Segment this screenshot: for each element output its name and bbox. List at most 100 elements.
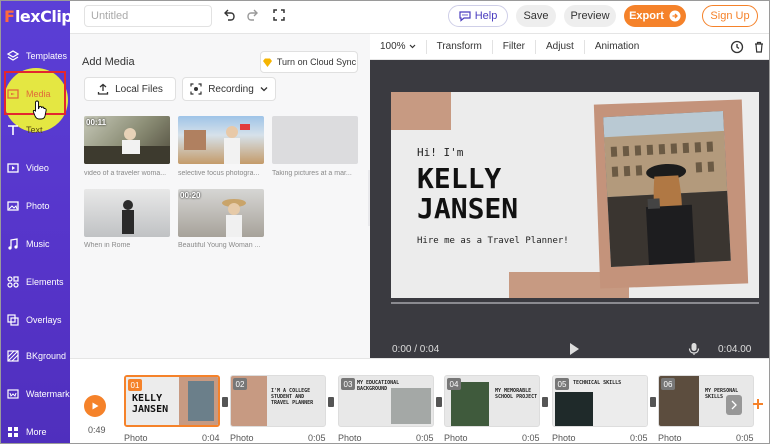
cloud-sync-button[interactable]: Turn on Cloud Sync <box>260 51 358 73</box>
timeline-clip[interactable]: 05 TECHNICAL SKILLS <box>552 375 648 427</box>
clip-number: 05 <box>555 378 569 390</box>
redo-icon[interactable] <box>246 8 260 22</box>
editor-toolbar: 100% Transform Filter Adjust Animation <box>370 34 770 60</box>
media-thumbnail[interactable] <box>178 116 264 164</box>
sidebar-item-label: Video <box>26 163 49 173</box>
animation-button[interactable]: Animation <box>585 40 649 54</box>
canvas-area: Hi! I'm KELLY JANSEN Hire me as a Travel… <box>370 60 770 358</box>
clip-type-label: Photo <box>338 433 362 443</box>
music-icon <box>8 238 18 250</box>
diamond-icon <box>262 58 272 67</box>
signup-button[interactable]: Sign Up <box>702 5 758 27</box>
sidebar-item-video[interactable]: Video <box>0 152 70 184</box>
adjust-button[interactable]: Adjust <box>536 39 585 54</box>
filter-button[interactable]: Filter <box>493 39 537 54</box>
delete-icon[interactable] <box>752 40 766 54</box>
recording-dropdown[interactable]: Recording <box>182 77 276 101</box>
media-thumbnail[interactable]: 00:11 <box>84 116 170 164</box>
clip-text: MY MEMORABLE SCHOOL PROJECT <box>495 388 538 400</box>
thumbnail-caption: When in Rome <box>84 242 131 249</box>
play-icon <box>92 402 99 410</box>
sidebar-item-overlays[interactable]: Overlays <box>0 304 70 336</box>
media-thumbnail[interactable] <box>272 116 358 164</box>
sidebar-item-label: Elements <box>26 277 64 287</box>
sidebar-item-photo[interactable]: Photo <box>0 190 70 222</box>
transform-button[interactable]: Transform <box>427 39 493 54</box>
slide-photo[interactable] <box>603 110 731 268</box>
sidebar-item-elements[interactable]: Elements <box>0 266 70 298</box>
fullscreen-icon[interactable] <box>272 8 286 22</box>
slide-name-line2: JANSEN <box>417 192 519 225</box>
sidebar-item-more[interactable]: More <box>0 416 70 444</box>
sidebar-item-label: More <box>26 427 47 437</box>
sidebar-item-music[interactable]: Music <box>0 228 70 260</box>
project-title-input[interactable] <box>84 5 212 27</box>
clip-photo <box>555 392 593 426</box>
video-icon <box>7 163 19 173</box>
slide-canvas[interactable]: Hi! I'm KELLY JANSEN Hire me as a Travel… <box>391 92 759 298</box>
timeline-clip[interactable]: 04 MY MEMORABLE SCHOOL PROJECT <box>444 375 540 427</box>
top-bar: Help Save Preview Export Sign Up <box>70 0 770 34</box>
export-button[interactable]: Export <box>624 5 686 27</box>
play-icon[interactable] <box>568 342 580 356</box>
flexclip-logo[interactable]: F lexClip <box>4 6 73 26</box>
transition-marker[interactable] <box>542 397 548 407</box>
timeline-play-button[interactable] <box>84 395 106 417</box>
clip-number: 03 <box>341 378 355 390</box>
slide-name[interactable]: KELLY JANSEN <box>417 164 518 224</box>
preview-button[interactable]: Preview <box>564 5 616 27</box>
clip-number: 01 <box>128 379 142 391</box>
photo-icon <box>7 201 19 211</box>
media-thumbnail[interactable]: 00:20 <box>178 189 264 237</box>
timeline-scroll-right-button[interactable] <box>726 395 742 415</box>
clip-duration: 0:05 <box>522 433 540 443</box>
sidebar: F lexClip Templates Media Text Video Pho… <box>0 0 73 444</box>
sidebar-item-bkground[interactable]: BKground <box>0 340 70 372</box>
transition-marker[interactable] <box>436 397 442 407</box>
sidebar-item-label: Text <box>26 125 43 135</box>
sidebar-item-label: BKground <box>26 351 67 361</box>
save-button[interactable]: Save <box>516 5 556 27</box>
sidebar-item-label: Photo <box>26 201 50 211</box>
upload-icon <box>97 83 109 95</box>
thumbnail-caption: selective focus photogra... <box>178 170 260 177</box>
arrow-right-icon <box>669 10 681 22</box>
clip-end-time: 0:04.00 <box>718 344 752 355</box>
clip-duration: 0:04 <box>202 433 220 443</box>
media-thumbnail[interactable] <box>84 189 170 237</box>
playback-scrubber[interactable] <box>391 302 759 304</box>
slide-subtitle[interactable]: Hire me as a Travel Planner! <box>417 236 569 246</box>
help-button[interactable]: Help <box>448 5 508 27</box>
clock-icon[interactable] <box>730 40 744 54</box>
clip-duration: 0:05 <box>416 433 434 443</box>
transition-marker[interactable] <box>650 397 656 407</box>
sidebar-item-templates[interactable]: Templates <box>0 40 70 72</box>
thumbnail-caption: video of a traveler woma... <box>84 170 167 177</box>
thumbnail-duration: 00:20 <box>180 191 201 200</box>
sidebar-item-watermark[interactable]: Watermark <box>0 378 70 410</box>
timeline-clip[interactable]: 01 KELLY JANSEN <box>124 375 220 427</box>
logo-mark: F <box>4 6 15 26</box>
zoom-label: 100% <box>380 41 406 52</box>
timeline-clip[interactable]: 02 I'M A COLLEGE STUDENT AND TRAVEL PLAN… <box>230 375 326 427</box>
chevron-down-icon <box>260 87 268 92</box>
microphone-icon[interactable] <box>688 342 700 356</box>
add-scene-button[interactable] <box>752 397 764 415</box>
elements-icon <box>7 276 19 288</box>
clip-type-label: Photo <box>444 433 468 443</box>
media-panel: Add Media Turn on Cloud Sync Local Files… <box>70 34 370 358</box>
templates-icon <box>6 50 20 61</box>
slide-name-line1: KELLY <box>417 162 502 195</box>
transition-marker[interactable] <box>222 397 228 407</box>
text-icon <box>8 125 18 135</box>
local-files-button[interactable]: Local Files <box>84 77 176 101</box>
sidebar-item-label: Templates <box>26 51 68 61</box>
clip-number: 06 <box>661 378 675 390</box>
undo-icon[interactable] <box>222 8 236 22</box>
zoom-select[interactable]: 100% <box>370 39 427 54</box>
timeline-clip[interactable]: 03 MY EDUCATIONAL BACKGROUND <box>338 375 434 427</box>
transition-marker[interactable] <box>328 397 334 407</box>
clip-duration: 0:05 <box>736 433 754 443</box>
record-icon <box>190 83 202 95</box>
slide-greeting[interactable]: Hi! I'm <box>417 146 463 159</box>
